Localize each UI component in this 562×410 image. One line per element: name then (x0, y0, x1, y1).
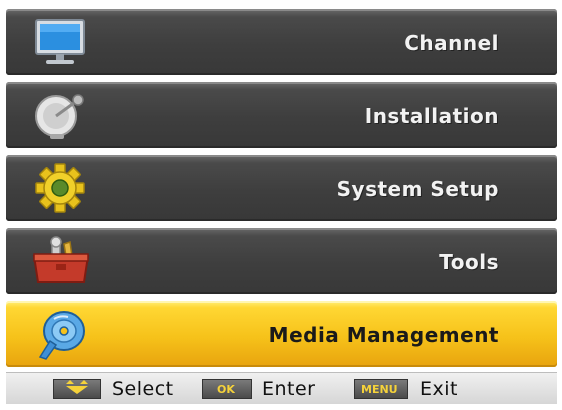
ok-key: OK (202, 379, 252, 399)
ok-key-label: OK (217, 383, 235, 396)
exit-hint: Exit (420, 378, 458, 400)
gear-icon (35, 163, 85, 213)
menu-item-installation[interactable]: Installation (6, 82, 557, 148)
up-down-arrows-icon (66, 380, 88, 394)
disc-icon (38, 311, 85, 360)
menu-item-channel[interactable]: Channel (6, 9, 557, 75)
up-down-arrows-key (53, 379, 101, 399)
menu-item-label: Channel (404, 31, 499, 55)
menu-item-system-setup[interactable]: System Setup (6, 155, 557, 221)
help-bar: Select OK Enter MENU Exit (6, 372, 557, 404)
menu-item-label: Installation (364, 104, 499, 128)
menu-item-label: Media Management (268, 323, 499, 347)
select-hint: Select (112, 378, 174, 400)
tv-monitor-icon (35, 19, 85, 64)
menu-item-label: Tools (439, 250, 499, 274)
toolbox-icon (32, 236, 90, 283)
menu-key-label: MENU (361, 383, 398, 396)
menu-item-media-management[interactable]: Media Management (6, 301, 557, 367)
osd-screen: Channel Installation System Setup Tools … (0, 0, 562, 410)
main-menu: Channel Installation System Setup Tools … (6, 9, 557, 371)
menu-key: MENU (354, 379, 408, 399)
satellite-dish-icon (35, 94, 84, 139)
enter-hint: Enter (262, 378, 316, 400)
menu-item-tools[interactable]: Tools (6, 228, 557, 294)
menu-item-label: System Setup (336, 177, 499, 201)
